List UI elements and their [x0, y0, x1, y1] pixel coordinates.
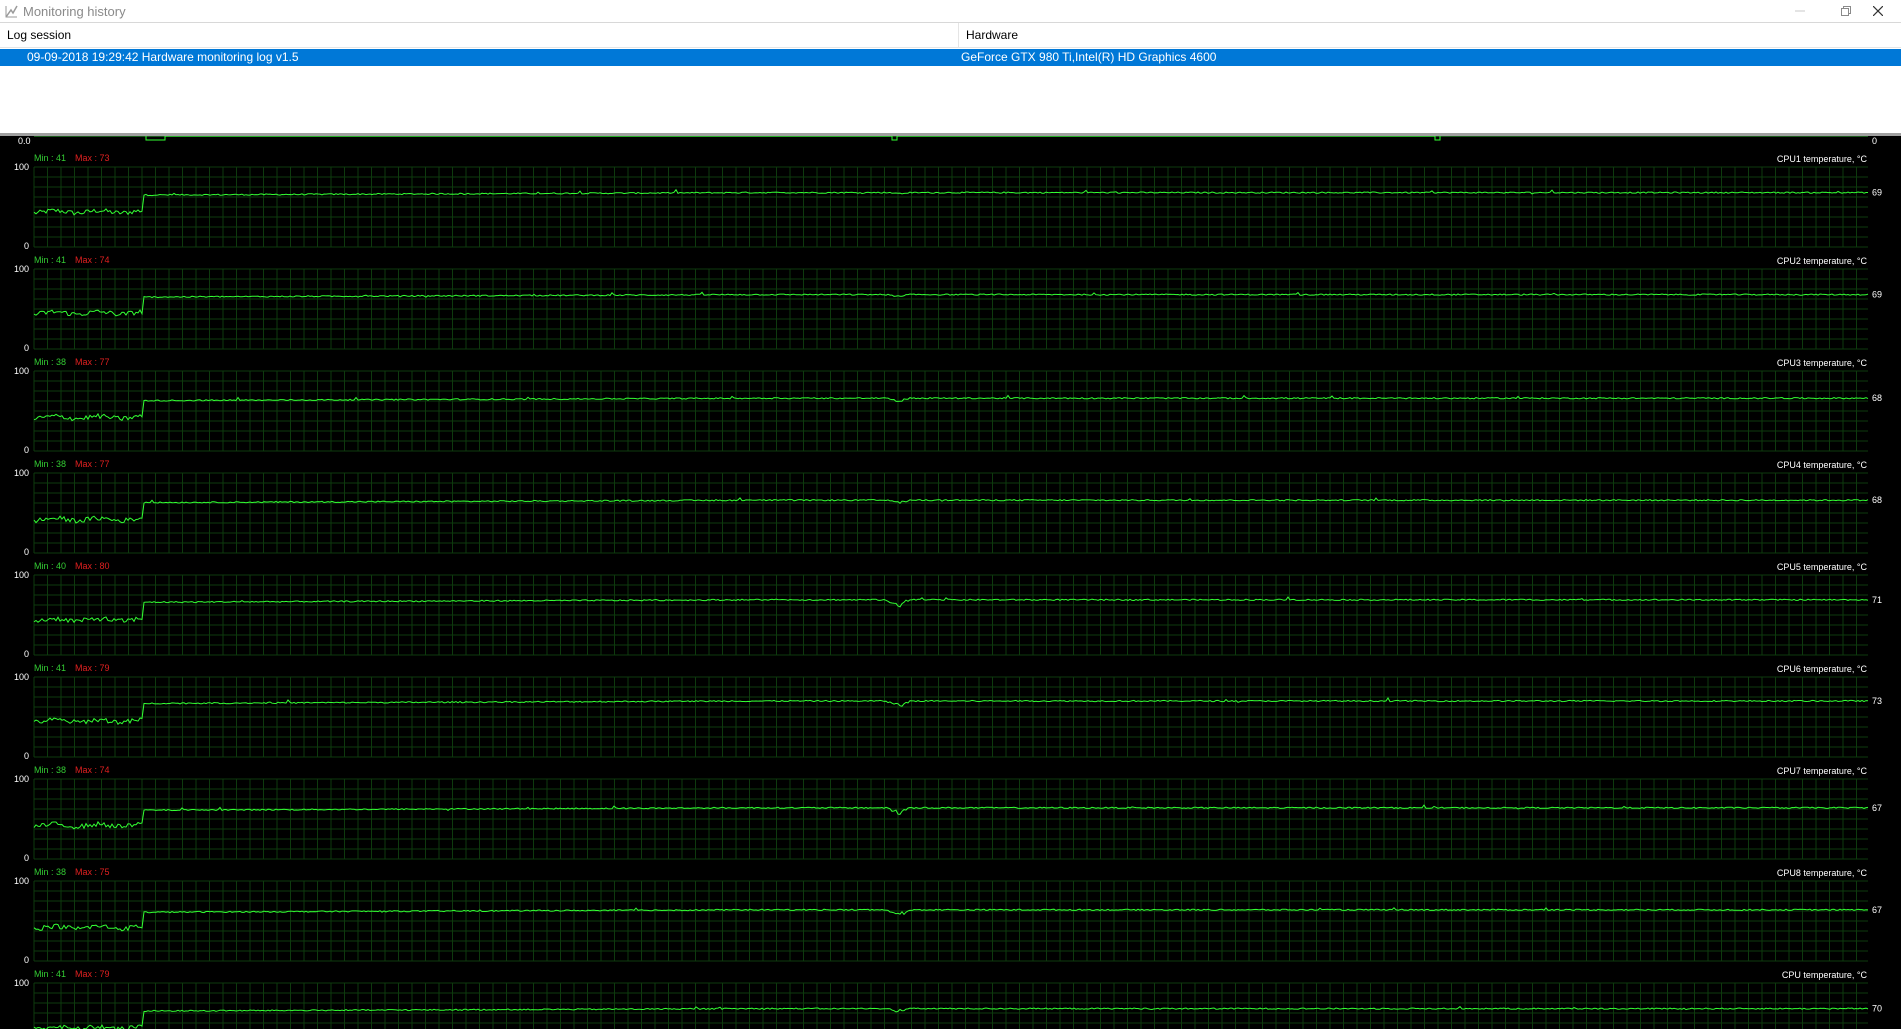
y-axis-max-label: 100 [14, 672, 29, 682]
graph-title: CPU5 temperature, °C [1777, 562, 1868, 572]
y-axis-max-label: 100 [14, 876, 29, 886]
temperature-trace [33, 394, 1869, 422]
log-session-column-header[interactable]: Log session [0, 23, 959, 48]
minimize-button[interactable] [1777, 0, 1823, 22]
y-axis-max-label: 100 [14, 162, 29, 172]
max-value-label: Max : 77 [75, 357, 110, 367]
current-value-label: 69 [1872, 290, 1882, 300]
current-value-label: 67 [1872, 905, 1882, 915]
current-value-label: 68 [1872, 393, 1882, 403]
top-strip-min-label: 0.0 [18, 136, 31, 146]
max-value-label: Max : 79 [75, 663, 110, 673]
monitoring-graphs-panel[interactable]: 0.0 0 100 0 Min : 41 Max : 73 CPU1 temperature… [0, 136, 1901, 1029]
y-axis-min-label: 0 [24, 955, 29, 965]
monitoring-graphs: 0.0 0 100 0 Min : 41 Max : 73 CPU1 temperature… [14, 136, 1882, 1029]
y-axis-min-label: 0 [24, 649, 29, 659]
current-value-label: 67 [1872, 803, 1882, 813]
max-value-label: Max : 74 [75, 765, 110, 775]
close-button[interactable] [1855, 0, 1901, 22]
min-value-label: Min : 38 [34, 357, 66, 367]
y-axis-min-label: 0 [24, 751, 29, 761]
temperature-trace [33, 697, 1869, 725]
temperature-trace [33, 188, 1868, 216]
max-value-label: Max : 77 [75, 459, 110, 469]
temperature-trace [33, 291, 1869, 317]
log-session-hardware: GeForce GTX 980 Ti,Intel(R) HD Graphics … [961, 50, 1217, 64]
graph-title: CPU2 temperature, °C [1777, 256, 1868, 266]
restore-icon [1841, 6, 1851, 16]
top-strip-right-label: 0 [1872, 136, 1877, 146]
monitoring-history-icon [5, 5, 18, 18]
current-value-label: 71 [1872, 595, 1882, 605]
max-value-label: Max : 80 [75, 561, 110, 571]
graph-title: CPU6 temperature, °C [1777, 664, 1868, 674]
current-value-label: 73 [1872, 696, 1882, 706]
y-axis-max-label: 100 [14, 978, 29, 988]
graph-title: CPU1 temperature, °C [1777, 154, 1868, 164]
y-axis-min-label: 0 [24, 853, 29, 863]
current-value-label: 68 [1872, 495, 1882, 505]
y-axis-max-label: 100 [14, 774, 29, 784]
min-value-label: Min : 41 [34, 255, 66, 265]
y-axis-max-label: 100 [14, 570, 29, 580]
max-value-label: Max : 73 [75, 153, 110, 163]
y-axis-max-label: 100 [14, 468, 29, 478]
min-value-label: Min : 38 [34, 867, 66, 877]
min-value-label: Min : 40 [34, 561, 66, 571]
graph-title: CPU3 temperature, °C [1777, 358, 1868, 368]
hardware-column-header[interactable]: Hardware [959, 23, 1901, 48]
min-value-label: Min : 41 [34, 153, 66, 163]
max-value-label: Max : 75 [75, 867, 110, 877]
y-axis-min-label: 0 [24, 547, 29, 557]
min-value-label: Min : 41 [34, 969, 66, 979]
graph-title: CPU4 temperature, °C [1777, 460, 1868, 470]
temperature-trace [33, 1005, 1869, 1029]
title-bar: Monitoring history [0, 0, 1901, 23]
graph-title: CPU7 temperature, °C [1777, 766, 1868, 776]
graph-title: CPU temperature, °C [1782, 970, 1868, 980]
temperature-trace [33, 497, 1869, 524]
close-icon [1873, 6, 1883, 16]
log-session-row[interactable]: 09-09-2018 19:29:42 Hardware monitoring … [0, 49, 1901, 66]
temperature-trace [33, 596, 1869, 624]
y-axis-max-label: 100 [14, 366, 29, 376]
y-axis-min-label: 0 [24, 445, 29, 455]
min-value-label: Min : 38 [34, 459, 66, 469]
graph-title: CPU8 temperature, °C [1777, 868, 1868, 878]
window-title: Monitoring history [23, 4, 126, 19]
current-value-label: 70 [1872, 1004, 1882, 1014]
min-value-label: Min : 38 [34, 765, 66, 775]
minimize-icon [1795, 10, 1805, 12]
y-axis-min-label: 0 [24, 241, 29, 251]
min-value-label: Min : 41 [34, 663, 66, 673]
log-session-name: 09-09-2018 19:29:42 Hardware monitoring … [27, 50, 299, 64]
y-axis-min-label: 0 [24, 343, 29, 353]
max-value-label: Max : 79 [75, 969, 110, 979]
current-value-label: 69 [1872, 188, 1882, 198]
log-session-table: Log session Hardware 09-09-2018 19:29:42… [0, 23, 1901, 136]
max-value-label: Max : 74 [75, 255, 110, 265]
y-axis-max-label: 100 [14, 264, 29, 274]
